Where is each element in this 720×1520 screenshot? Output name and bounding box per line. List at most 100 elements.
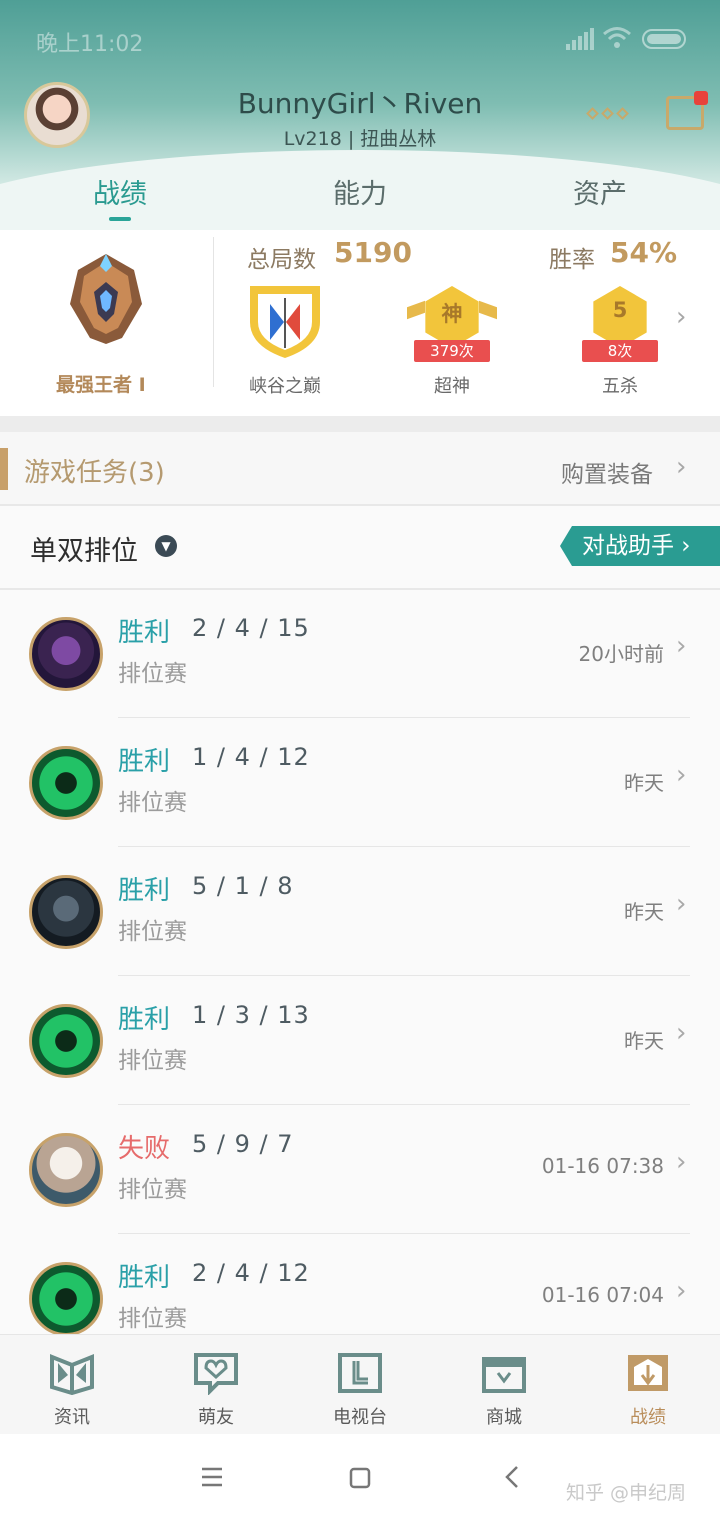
badge-glyph: 5 [612, 298, 628, 322]
nav-item-tv[interactable]: 电视台 [288, 1335, 432, 1435]
wifi-icon [603, 27, 631, 48]
nav-item-record[interactable]: 战绩 [576, 1335, 720, 1435]
tab-assets[interactable]: 资产 [480, 172, 720, 211]
pentakill-badge-icon[interactable]: 5 8次 [575, 282, 665, 362]
nav-label: 战绩 [630, 1407, 666, 1428]
legendary-badge-icon[interactable]: 神 379次 [407, 282, 497, 362]
nav-item-store[interactable]: 商城 [432, 1335, 576, 1435]
mission-title[interactable]: 游戏任务(3) [24, 452, 165, 489]
match-type: 排位赛 [118, 1177, 187, 1203]
tab-ability[interactable]: 能力 [240, 172, 480, 211]
assistant-label: 对战助手 [582, 533, 674, 559]
nav-item-news[interactable]: 资讯 [0, 1335, 144, 1435]
match-time: 01-16 07:04 [541, 1283, 664, 1307]
chevron-right-icon[interactable]: › [676, 1018, 686, 1048]
buy-equipment-link[interactable]: 购置装备 [561, 455, 653, 489]
back-icon[interactable] [502, 1464, 522, 1490]
menu-icon[interactable] [200, 1466, 224, 1488]
news-icon [50, 1354, 94, 1395]
chevron-down-icon[interactable]: ▼ [155, 535, 177, 557]
match-kda: 5 / 9 / 7 [192, 1130, 294, 1158]
champion-avatar [29, 1262, 103, 1336]
match-kda: 5 / 1 / 8 [192, 872, 294, 900]
challenger-rank-icon [70, 254, 142, 344]
row-divider [118, 717, 690, 718]
battle-assistant-button[interactable]: 对战助手 › [560, 526, 720, 566]
chevron-right-icon[interactable]: › [676, 452, 686, 482]
row-divider [118, 1233, 690, 1234]
status-time: 晚上11:02 [36, 32, 144, 57]
record-icon [628, 1355, 668, 1391]
match-time: 01-16 07:38 [541, 1154, 664, 1178]
chevron-right-icon[interactable]: › [676, 1276, 686, 1306]
match-time: 昨天 [624, 771, 664, 795]
divider [213, 237, 214, 387]
badge-label: 五杀 [602, 376, 638, 397]
badge-count: 8次 [582, 340, 658, 362]
battery-icon [642, 29, 686, 49]
badge-label: 超神 [434, 376, 470, 397]
match-time: 20小时前 [578, 642, 664, 666]
match-kda: 2 / 4 / 15 [192, 614, 310, 642]
system-nav-bar [0, 1434, 720, 1520]
match-result: 失败 [118, 1134, 171, 1164]
chevron-right-icon[interactable]: › [676, 889, 686, 919]
match-row[interactable]: 胜利 5 / 1 / 8 排位赛 昨天 › [0, 848, 720, 976]
home-icon[interactable] [348, 1466, 372, 1490]
chevron-right-icon[interactable]: › [676, 1147, 686, 1177]
more-options-icon[interactable] [586, 106, 630, 122]
match-type: 排位赛 [118, 1048, 187, 1074]
row-divider [118, 1104, 690, 1105]
match-row[interactable]: 胜利 2 / 4 / 15 排位赛 20小时前 › [0, 590, 720, 718]
nav-item-friends[interactable]: 萌友 [144, 1335, 288, 1435]
chevron-right-icon[interactable]: › [676, 631, 686, 661]
champion-avatar [29, 1133, 103, 1207]
notification-dot [694, 91, 708, 105]
store-icon [482, 1357, 526, 1393]
watermark: 知乎 @申纪周 [566, 1482, 687, 1504]
chevron-right-icon[interactable]: › [676, 302, 686, 332]
tab-record[interactable]: 战绩 [0, 172, 240, 211]
chevron-right-icon[interactable]: › [676, 760, 686, 790]
match-record-screen: 晚上11:02 BunnyGirl丶Riven Lv218 | 扭曲丛林 战绩 … [0, 0, 720, 1520]
rank-name: 最强王者 I [56, 374, 146, 396]
match-type: 排位赛 [118, 919, 187, 945]
section-gap [0, 416, 720, 432]
total-games-label: 总局数 [247, 247, 316, 273]
total-games-value: 5190 [334, 236, 412, 269]
match-kda: 1 / 3 / 13 [192, 1001, 310, 1029]
champion-avatar [29, 746, 103, 820]
match-row[interactable]: 失败 5 / 9 / 7 排位赛 01-16 07:38 › [0, 1106, 720, 1234]
player-level-region: Lv218 | 扭曲丛林 [283, 128, 437, 150]
champion-avatar [29, 617, 103, 691]
chat-icon[interactable] [666, 91, 708, 130]
section-marker [0, 448, 8, 490]
friends-icon [194, 1353, 238, 1395]
match-row[interactable]: 胜利 1 / 3 / 13 排位赛 昨天 › [0, 977, 720, 1105]
match-result: 胜利 [118, 1263, 171, 1293]
match-result: 胜利 [118, 1005, 171, 1035]
nav-label: 资讯 [54, 1407, 90, 1428]
row-divider [118, 975, 690, 976]
peak-badge-icon[interactable] [240, 282, 330, 362]
match-type: 排位赛 [118, 790, 187, 816]
badge-label: 峡谷之巅 [249, 376, 321, 397]
badge-count: 379次 [414, 340, 490, 362]
match-kda: 1 / 4 / 12 [192, 743, 310, 771]
tab-indicator [109, 217, 131, 221]
match-result: 胜利 [118, 618, 171, 648]
champion-avatar [29, 1004, 103, 1078]
match-kda: 2 / 4 / 12 [192, 1259, 310, 1287]
nav-label: 商城 [486, 1407, 522, 1428]
winrate-label: 胜率 [549, 247, 595, 273]
tab-bar: 战绩 能力 资产 [0, 172, 720, 222]
row-divider [118, 846, 690, 847]
match-type: 排位赛 [118, 1306, 187, 1332]
nav-label: 电视台 [333, 1407, 387, 1428]
match-time: 昨天 [624, 900, 664, 924]
winrate-value: 54% [610, 236, 678, 269]
champion-avatar [29, 875, 103, 949]
match-row[interactable]: 胜利 1 / 4 / 12 排位赛 昨天 › [0, 719, 720, 847]
mode-selector[interactable]: 单双排位 [30, 529, 138, 568]
bottom-nav: 资讯 萌友 电视台 商城 战绩 [0, 1334, 720, 1434]
